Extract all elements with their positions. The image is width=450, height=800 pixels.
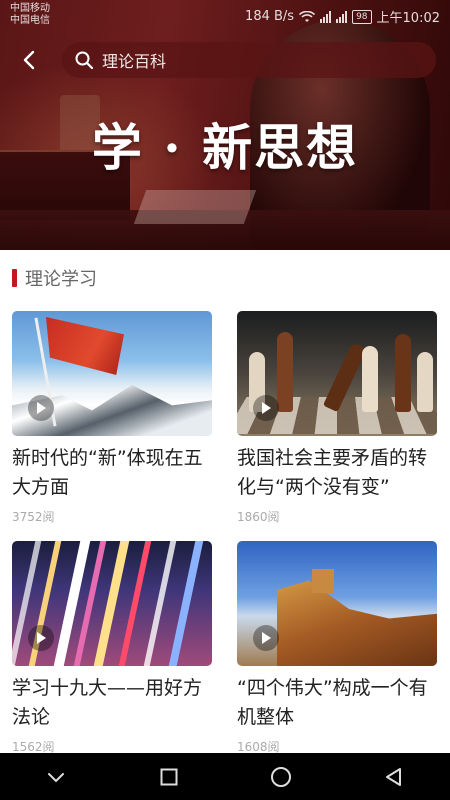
carrier-2: 中国电信 [10,15,50,26]
nav-hide-button[interactable] [26,757,86,797]
nav-back-button[interactable] [364,757,424,797]
status-right: 184 B/s 98 上午10:02 [245,7,440,26]
clock: 上午10:02 [376,11,440,26]
play-icon [262,632,271,644]
search-icon [75,51,94,70]
article-thumbnail[interactable] [12,311,212,436]
article-title[interactable]: 我国社会主要矛盾的转化与“两个没有变” [237,444,442,502]
article-card-2[interactable]: 我国社会主要矛盾的转化与“两个没有变” 1860阅 [237,311,437,525]
status-bar: 中国移动 中国电信 184 B/s 98 上午10:02 [0,0,450,30]
wifi-icon [299,10,316,22]
carrier-1: 中国移动 [10,3,50,14]
chevron-left-icon [23,50,35,70]
read-count: 3752阅 [12,510,55,524]
read-count: 1860阅 [237,510,280,524]
hero-paper [133,190,257,224]
play-button[interactable] [253,625,279,651]
signal-icon [320,10,332,23]
system-nav-bar [0,753,450,800]
article-card-4[interactable]: “四个伟大”构成一个有机整体 1608阅 [237,541,437,755]
triangle-back-icon [385,767,401,786]
chevron-down-icon [48,772,65,782]
square-recent-icon [160,768,178,785]
article-thumbnail[interactable] [237,311,437,436]
network-speed: 184 B/s [245,9,295,24]
play-button[interactable] [253,395,279,421]
battery-icon: 98 [352,9,372,24]
article-title[interactable]: 新时代的“新”体现在五大方面 [12,444,217,502]
back-button[interactable] [14,45,44,75]
article-card-3[interactable]: 学习十九大——用好方法论 1562阅 [12,541,212,755]
hero-title: 学 · 新思想 [91,118,359,177]
article-thumbnail[interactable] [12,541,212,666]
search-bar[interactable]: 理论百科 [62,42,436,78]
play-icon [262,402,271,414]
article-title[interactable]: “四个伟大”构成一个有机整体 [237,674,442,732]
section-header: 理论学习 [12,266,97,290]
play-button[interactable] [28,395,54,421]
hero-banner: 中国移动 中国电信 184 B/s 98 上午10:02 理论百科 学 · 新思… [0,0,450,250]
carrier-labels: 中国移动 中国电信 [10,3,50,27]
article-card-1[interactable]: 新时代的“新”体现在五大方面 3752阅 [12,311,212,525]
search-text: 理论百科 [102,52,167,71]
play-icon [37,632,46,644]
nav-recent-button[interactable] [139,757,199,797]
article-thumbnail[interactable] [237,541,437,666]
article-title[interactable]: 学习十九大——用好方法论 [12,674,217,732]
section-title: 理论学习 [25,269,97,290]
signal-4g-icon [336,10,348,23]
play-button[interactable] [28,625,54,651]
section-accent-bar [12,269,17,287]
nav-home-button[interactable] [251,757,311,797]
circle-home-icon [271,766,292,787]
play-icon [37,402,46,414]
